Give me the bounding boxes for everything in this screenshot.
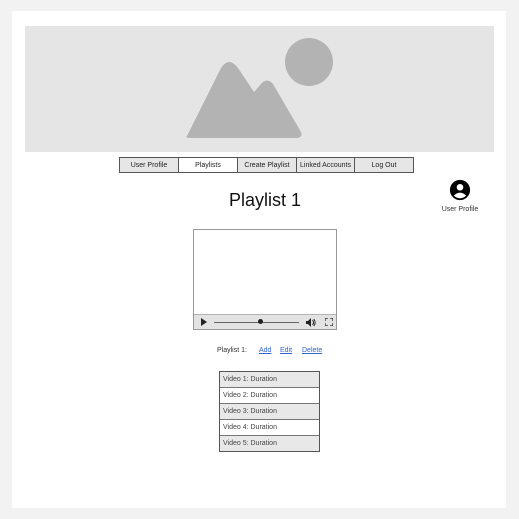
video-list-item[interactable]: Video 4: Duration: [220, 419, 319, 435]
nav-create-playlist[interactable]: Create Playlist: [237, 157, 297, 173]
video-list-item[interactable]: Video 2: Duration: [220, 387, 319, 403]
nav-user-profile[interactable]: User Profile: [119, 157, 179, 173]
page-title: Playlist 1: [228, 190, 302, 210]
main-nav: User Profile Playlists Create Playlist L…: [119, 157, 414, 173]
nav-linked-accounts[interactable]: Linked Accounts: [296, 157, 355, 173]
nav-playlists[interactable]: Playlists: [178, 157, 238, 173]
player-controls: [194, 314, 336, 329]
playlist-actions-label: Playlist 1:: [217, 347, 247, 354]
nav-log-out[interactable]: Log Out: [354, 157, 414, 173]
seek-handle[interactable]: [258, 319, 264, 324]
volume-icon[interactable]: [306, 318, 316, 327]
play-icon[interactable]: [200, 318, 208, 326]
image-placeholder-icon: [186, 38, 333, 138]
account-circle-icon: [449, 179, 471, 201]
user-profile-label: User Profile: [441, 206, 479, 213]
seek-bar[interactable]: [214, 322, 299, 323]
video-list: Video 1: Duration Video 2: Duration Vide…: [219, 371, 320, 452]
banner-image-placeholder: [25, 26, 494, 152]
video-player[interactable]: [193, 229, 337, 330]
delete-link[interactable]: Delete: [302, 347, 322, 354]
video-list-item[interactable]: Video 5: Duration: [220, 435, 319, 451]
video-list-item[interactable]: Video 1: Duration: [220, 372, 319, 387]
user-profile-link[interactable]: User Profile: [437, 179, 483, 213]
edit-link[interactable]: Edit: [280, 347, 292, 354]
fullscreen-icon[interactable]: [325, 318, 333, 326]
video-list-item[interactable]: Video 3: Duration: [220, 403, 319, 419]
add-link[interactable]: Add: [259, 347, 271, 354]
